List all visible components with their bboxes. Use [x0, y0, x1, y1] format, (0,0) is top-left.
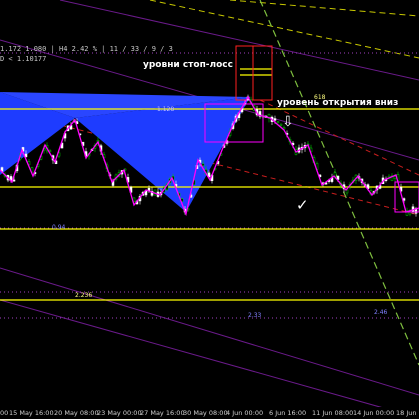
- fib-label-1128: 1.128: [157, 106, 174, 113]
- dotted-fib-lines: [0, 52, 419, 319]
- candle-body: [12, 179, 16, 182]
- time-tick: 00: [0, 409, 9, 417]
- candle-body: [273, 118, 277, 121]
- symbol-info-line: 1.172 1.080 | H4 2.42 % | 11 / 33 / 9 / …: [0, 45, 173, 53]
- time-tick: 18 Jun: [396, 409, 417, 417]
- time-tick: 23 May 00:00: [97, 409, 142, 417]
- candle-body: [201, 163, 205, 166]
- candle-body: [276, 121, 280, 123]
- symbol-info-line-2: D < 1.10177: [0, 55, 47, 63]
- check-icon: ✓: [296, 196, 309, 214]
- time-tick: 14 Jun 00:00: [353, 409, 395, 417]
- time-tick: 15 May 16:00: [9, 409, 54, 417]
- price-chart: ✓ ⇩ 618 1.128 0.94 2.236 2.33 2.46 уровн…: [0, 0, 419, 419]
- stop-loss-box: [235, 45, 273, 101]
- time-tick: 27 May 16:00: [140, 409, 185, 417]
- candle-body: [393, 176, 397, 179]
- stop-loss-label: уровни стоп-лосс: [143, 60, 233, 70]
- down-arrow-icon: ⇩: [282, 114, 294, 130]
- fib-label-2236: 2.236: [75, 292, 92, 299]
- time-tick: 4 Jun 00:00: [226, 409, 264, 417]
- time-tick: 6 Jun 16:00: [269, 409, 307, 417]
- time-tick: 11 Jun 08:00: [312, 409, 354, 417]
- open-level-label: уровень открытия вниз: [277, 98, 398, 108]
- fib-label-233: 2.33: [248, 312, 262, 319]
- fib-label-246: 2.46: [374, 309, 388, 316]
- time-tick: 20 May 08:00: [54, 409, 99, 417]
- fib-label-094: 0.94: [52, 224, 66, 231]
- time-tick: 30 May 08:00: [183, 409, 228, 417]
- time-axis: 00 15 May 16:00 20 May 08:00 23 May 00:0…: [0, 407, 419, 419]
